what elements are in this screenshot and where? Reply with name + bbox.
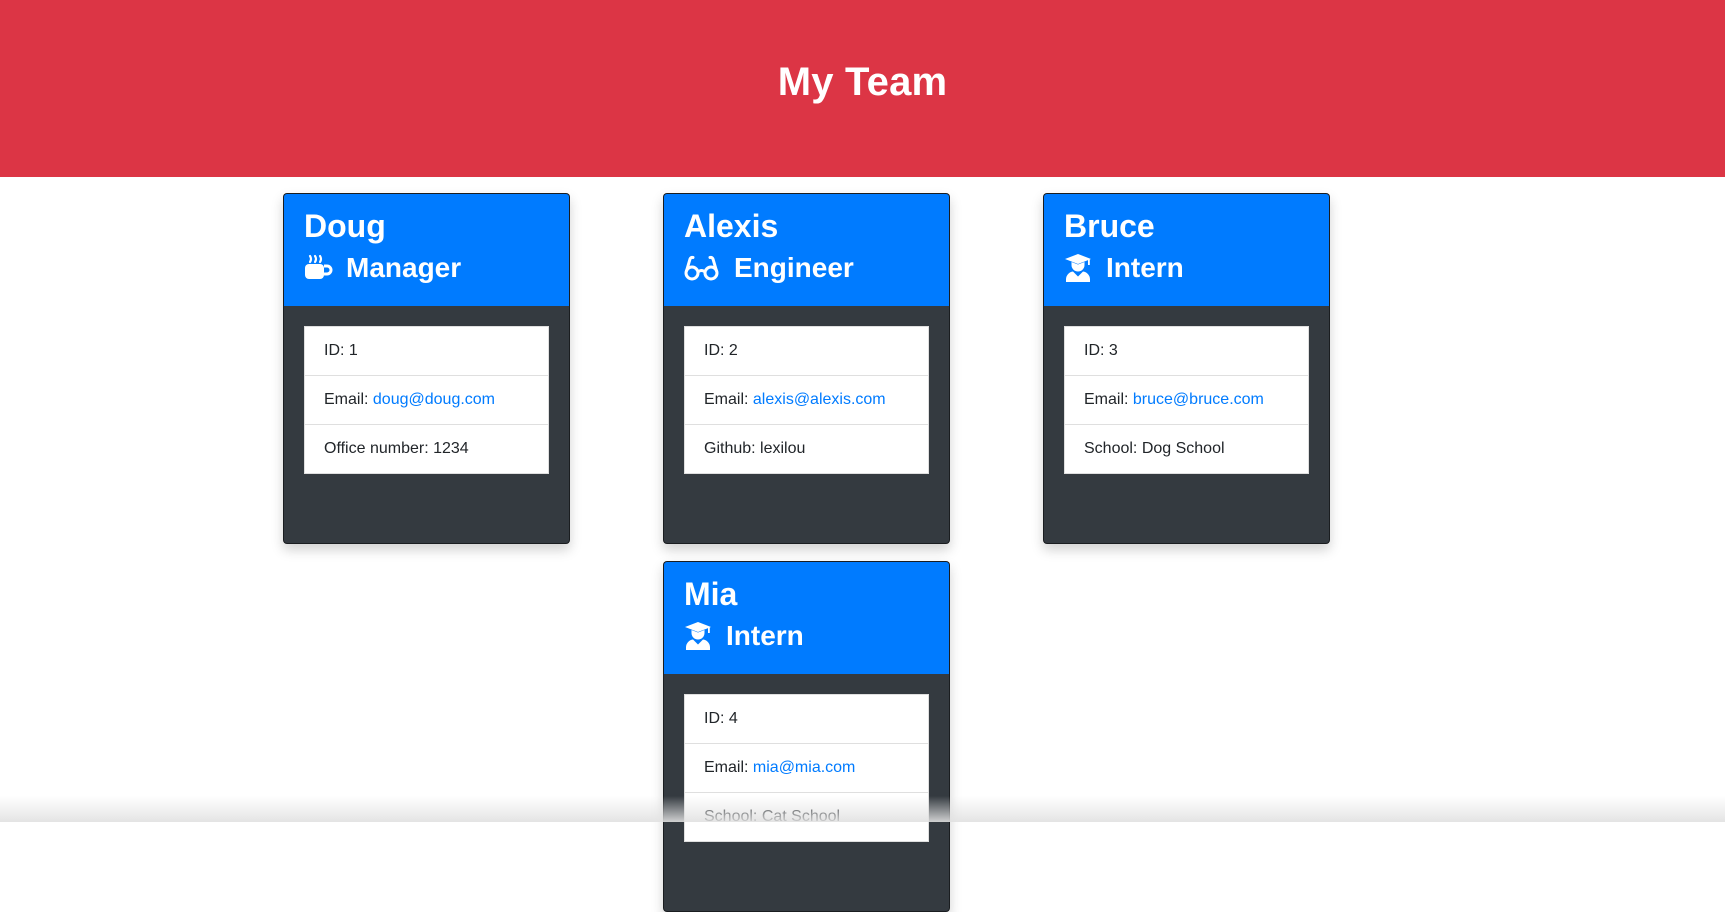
email-link[interactable]: doug@doug.com	[373, 391, 495, 408]
employee-name: Bruce	[1064, 208, 1155, 244]
employee-email-row: Email: doug@doug.com	[305, 376, 548, 425]
card-header: Doug Manager	[284, 194, 569, 306]
employee-id: ID: 2	[685, 327, 928, 376]
employee-email-row: Email: bruce@bruce.com	[1065, 376, 1308, 425]
email-label: Email:	[1084, 391, 1133, 408]
card-header: Bruce Intern	[1044, 194, 1329, 306]
employee-details-list: ID: 1 Email: doug@doug.com Office number…	[304, 326, 549, 474]
employee-role-label: Manager	[346, 252, 462, 283]
employee-id: ID: 4	[685, 695, 928, 744]
employee-role: Manager	[304, 252, 549, 284]
page-header: My Team	[0, 0, 1725, 177]
coffee-icon	[304, 253, 340, 283]
card-header: Mia Intern	[664, 562, 949, 674]
employee-role: Intern	[684, 620, 929, 652]
card-body: ID: 2 Email: alexis@alexis.com Github: l…	[664, 306, 949, 494]
employee-card-manager: Doug Manager ID: 1 Email: doug@doug.com …	[283, 193, 570, 544]
card-body: ID: 3 Email: bruce@bruce.com School: Dog…	[1044, 306, 1329, 494]
employee-role-label: Intern	[726, 620, 804, 651]
card-header: Alexis Engineer	[664, 194, 949, 306]
employee-role: Engineer	[684, 252, 929, 284]
email-link[interactable]: mia@mia.com	[753, 759, 855, 776]
employee-role-label: Intern	[1106, 252, 1184, 283]
card-body: ID: 4 Email: mia@mia.com School: Cat Sch…	[664, 674, 949, 862]
employee-details-list: ID: 4 Email: mia@mia.com School: Cat Sch…	[684, 694, 929, 842]
employee-github: Github: lexilou	[704, 440, 806, 457]
page-title: My Team	[777, 60, 948, 104]
user-graduate-icon	[1064, 253, 1100, 283]
employee-role-label: Engineer	[734, 252, 854, 283]
employee-id: ID: 1	[305, 327, 548, 376]
employee-card-intern: Bruce Intern ID: 3 Email: bruce@bruce.co…	[1043, 193, 1330, 544]
employee-card-engineer: Alexis Engineer ID: 2 Email: alexis@alex…	[663, 193, 950, 544]
employee-school: School: Dog School	[1084, 440, 1225, 457]
employee-name: Mia	[684, 576, 738, 612]
employee-email-row: Email: mia@mia.com	[685, 744, 928, 793]
email-label: Email:	[324, 391, 373, 408]
user-graduate-icon	[684, 621, 720, 651]
employee-office-number: Office number: 1234	[324, 440, 469, 457]
employee-name: Alexis	[684, 208, 779, 244]
employee-details-list: ID: 3 Email: bruce@bruce.com School: Dog…	[1064, 326, 1309, 474]
email-label: Email:	[704, 391, 753, 408]
employee-id: ID: 3	[1065, 327, 1308, 376]
email-label: Email:	[704, 759, 753, 776]
email-link[interactable]: bruce@bruce.com	[1133, 391, 1264, 408]
employee-email-row: Email: alexis@alexis.com	[685, 376, 928, 425]
card-body: ID: 1 Email: doug@doug.com Office number…	[284, 306, 569, 494]
employee-details-list: ID: 2 Email: alexis@alexis.com Github: l…	[684, 326, 929, 474]
glasses-icon	[684, 253, 728, 283]
email-link[interactable]: alexis@alexis.com	[753, 391, 886, 408]
employee-name: Doug	[304, 208, 386, 244]
employee-school: School: Cat School	[704, 808, 841, 825]
employee-card-intern: Mia Intern ID: 4 Email: mia@mia.com Scho…	[663, 561, 950, 912]
employee-role: Intern	[1064, 252, 1309, 284]
